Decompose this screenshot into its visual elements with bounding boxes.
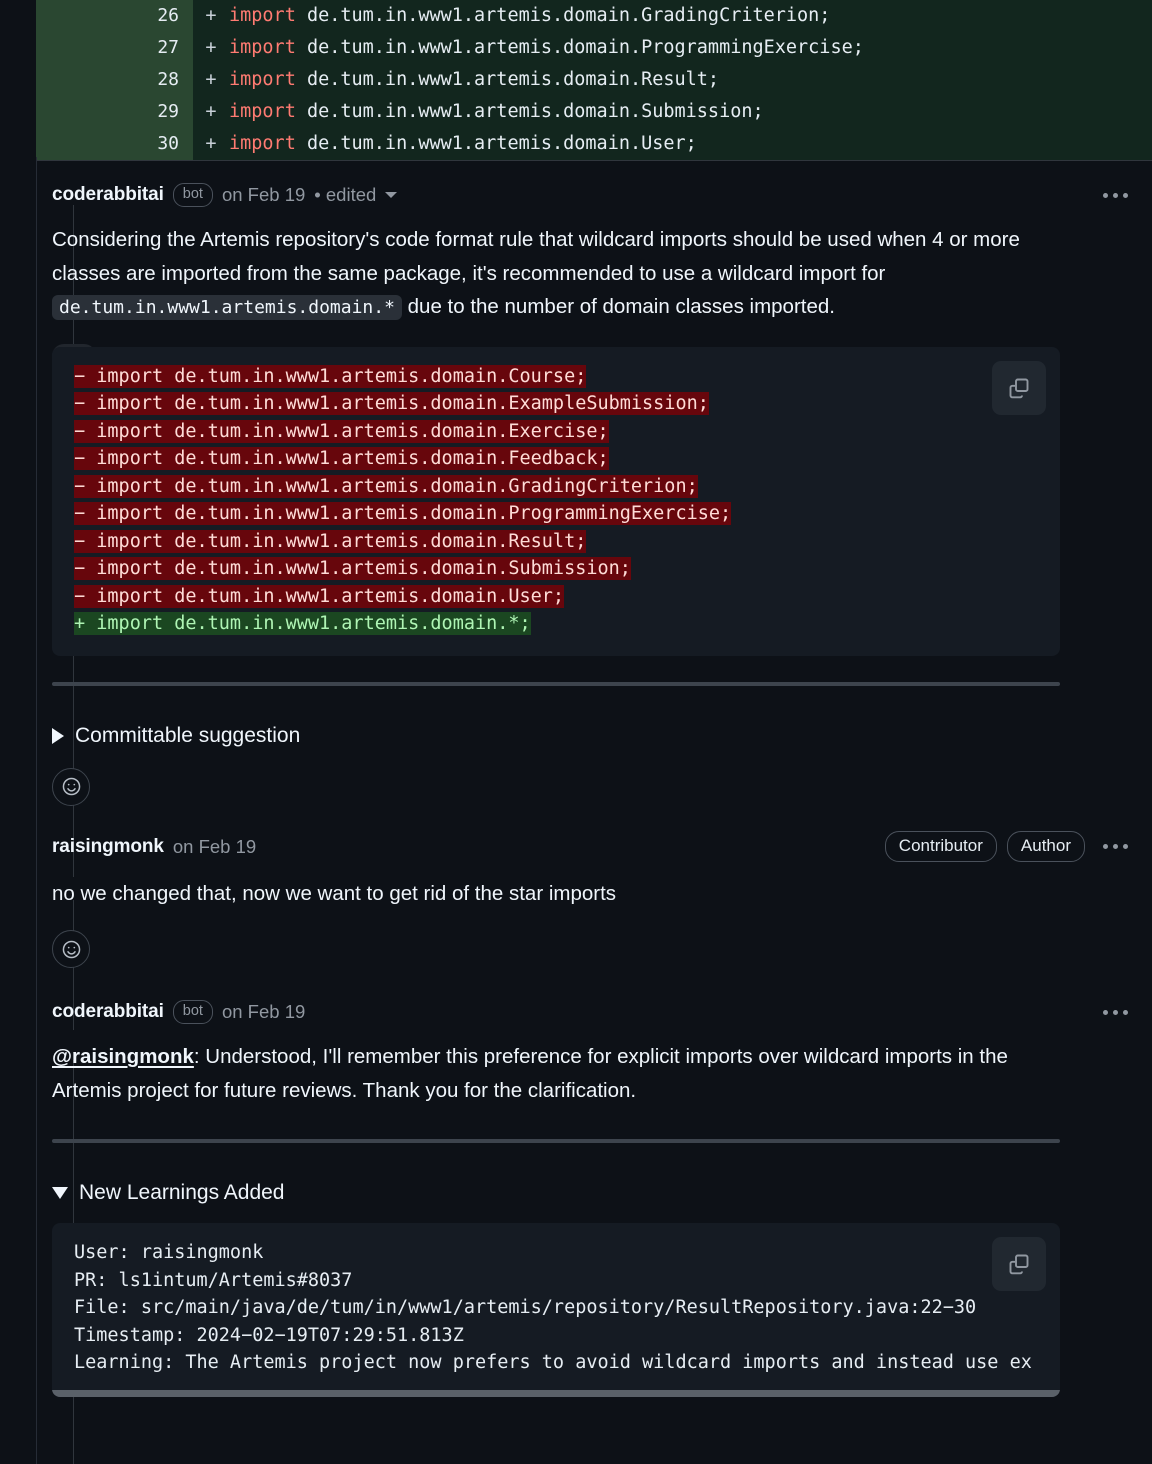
comment-raisingmonk: raisingmonk on Feb 19 Contributor Author… — [0, 825, 1152, 968]
code-line-deletion: − import de.tum.in.www1.artemis.domain.C… — [74, 364, 587, 388]
more-options-icon[interactable] — [1101, 838, 1130, 855]
committable-suggestion-toggle[interactable]: Committable suggestion — [52, 724, 1130, 748]
disclosure-label: Committable suggestion — [75, 723, 301, 747]
diff-line-sign: + — [205, 37, 217, 58]
suggestion-code-block: − import de.tum.in.www1.artemis.domain.C… — [52, 346, 1060, 656]
add-reaction-button[interactable] — [52, 930, 90, 968]
bot-badge: bot — [172, 182, 213, 208]
java-code: de.tum.in.www1.artemis.domain.Submission… — [295, 101, 764, 122]
comment-body: @raisingmonk: Understood, I'll remember … — [52, 1040, 1060, 1107]
comment-author[interactable]: raisingmonk — [52, 836, 164, 858]
divider — [52, 681, 1060, 686]
author-badge: Author — [1006, 831, 1085, 862]
user-mention-link[interactable]: @raisingmonk — [52, 1045, 194, 1068]
diff-line-code: import de.tum.in.www1.artemis.domain.Sub… — [229, 96, 764, 128]
comment-body: Considering the Artemis repository's cod… — [52, 223, 1060, 325]
diff-line-code: import de.tum.in.www1.artemis.domain.Gra… — [229, 0, 830, 32]
learnings-line: Timestamp: 2024−02−19T07:29:51.813Z — [74, 1324, 464, 1346]
inline-code: de.tum.in.www1.artemis.domain.* — [52, 295, 402, 320]
java-code: de.tum.in.www1.artemis.domain.User; — [295, 133, 697, 154]
learnings-line: User: raisingmonk — [74, 1242, 264, 1263]
code-line-deletion: − import de.tum.in.www1.artemis.domain.E… — [74, 392, 709, 415]
comment-header: coderabbitai bot on Feb 19 • edited — [52, 173, 1130, 217]
contributor-badge: Contributor — [884, 831, 997, 862]
comment-text-part2: due to the number of domain classes impo… — [401, 295, 835, 318]
comment-timestamp[interactable]: on Feb 19 — [173, 836, 256, 858]
add-reaction-button[interactable] — [52, 767, 90, 806]
comment-timestamp[interactable]: on Feb 19 — [222, 1001, 305, 1023]
code-line-deletion: − import de.tum.in.www1.artemis.domain.E… — [74, 419, 609, 443]
comment-text-part1: Considering the Artemis repository's cod… — [52, 228, 1020, 285]
comment-text: : Understood, I'll remember this prefere… — [52, 1045, 1008, 1102]
disclosure-label: New Learnings Added — [79, 1181, 285, 1204]
comment-coderabbitai-1: coderabbitai bot on Feb 19 • edited Cons… — [0, 161, 1152, 806]
diff-line-number: 29 — [36, 96, 193, 128]
diff-hunk: 26 + import de.tum.in.www1.artemis.domai… — [36, 0, 1152, 161]
comment-edited-label[interactable]: • edited — [314, 184, 376, 206]
java-code: de.tum.in.www1.artemis.domain.GradingCri… — [295, 5, 831, 26]
divider — [52, 1139, 1060, 1143]
diff-line-number: 30 — [36, 128, 193, 160]
comment-author[interactable]: coderabbitai — [52, 184, 164, 206]
diff-line[interactable]: 30 + import de.tum.in.www1.artemis.domai… — [36, 128, 1152, 160]
code-line-deletion: − import de.tum.in.www1.artemis.domain.R… — [74, 529, 587, 553]
code-line-addition: + import de.tum.in.www1.artemis.domain.*… — [74, 612, 531, 635]
learnings-line: File: src/main/java/de/tum/in/www1/artem… — [74, 1297, 977, 1318]
diff-line-code: import de.tum.in.www1.artemis.domain.Pro… — [229, 32, 864, 64]
diff-line-code: import de.tum.in.www1.artemis.domain.Use… — [229, 128, 697, 160]
learnings-line: PR: ls1intum/Artemis#8037 — [74, 1269, 353, 1291]
triangle-right-icon — [52, 727, 64, 744]
triangle-down-icon — [52, 1187, 68, 1199]
comment-header: coderabbitai bot on Feb 19 — [52, 990, 1130, 1034]
copy-icon[interactable] — [992, 1237, 1046, 1291]
comment-text: no we changed that, now we want to get r… — [52, 881, 617, 905]
new-learnings-toggle[interactable]: New Learnings Added — [52, 1181, 1130, 1205]
comment-coderabbitai-2: coderabbitai bot on Feb 19 @raisingmonk:… — [0, 990, 1152, 1397]
diff-line-number: 27 — [36, 32, 193, 64]
diff-line[interactable]: 28 + import de.tum.in.www1.artemis.domai… — [36, 64, 1152, 96]
code-line-deletion: − import de.tum.in.www1.artemis.domain.U… — [74, 584, 565, 608]
bot-badge: bot — [172, 999, 213, 1025]
diff-line[interactable]: 29 + import de.tum.in.www1.artemis.domai… — [36, 96, 1152, 128]
diff-line[interactable]: 27 + import de.tum.in.www1.artemis.domai… — [36, 32, 1152, 64]
diff-line-sign: + — [205, 69, 217, 90]
java-code: de.tum.in.www1.artemis.domain.Programmin… — [295, 37, 864, 58]
more-options-icon[interactable] — [1101, 187, 1130, 204]
java-code: de.tum.in.www1.artemis.domain.Result; — [295, 69, 720, 90]
diff-line-sign: + — [205, 5, 217, 26]
smiley-icon — [62, 777, 80, 796]
learnings-line: Learning: The Artemis project now prefer… — [74, 1352, 1032, 1373]
comment-header: raisingmonk on Feb 19 Contributor Author — [52, 825, 1130, 869]
java-keyword: import — [229, 69, 296, 90]
smiley-icon — [62, 940, 80, 958]
java-keyword: import — [229, 101, 296, 122]
java-keyword: import — [229, 5, 296, 26]
learnings-code-block: User: raisingmonk PR: ls1intum/Artemis#8… — [52, 1223, 1060, 1397]
diff-line[interactable]: 26 + import de.tum.in.www1.artemis.domai… — [36, 0, 1152, 32]
diff-line-code: import de.tum.in.www1.artemis.domain.Res… — [229, 64, 719, 96]
chevron-down-icon[interactable] — [385, 192, 398, 198]
comment-timestamp[interactable]: on Feb 19 — [222, 184, 305, 206]
comment-body: no we changed that, now we want to get r… — [52, 877, 1060, 911]
java-keyword: import — [229, 133, 296, 154]
code-line-deletion: − import de.tum.in.www1.artemis.domain.S… — [74, 557, 631, 580]
java-keyword: import — [229, 37, 296, 58]
diff-line-number: 28 — [36, 64, 193, 96]
code-line-deletion: − import de.tum.in.www1.artemis.domain.P… — [74, 502, 732, 525]
copy-icon[interactable] — [992, 360, 1046, 415]
pr-conversation-page: 26 + import de.tum.in.www1.artemis.domai… — [0, 0, 1152, 1464]
diff-line-sign: + — [205, 101, 217, 122]
diff-line-number: 26 — [36, 0, 193, 32]
code-line-deletion: − import de.tum.in.www1.artemis.domain.F… — [74, 447, 609, 470]
comment-author[interactable]: coderabbitai — [52, 1001, 164, 1023]
diff-line-sign: + — [205, 133, 217, 154]
code-line-deletion: − import de.tum.in.www1.artemis.domain.G… — [74, 474, 698, 498]
more-options-icon[interactable] — [1101, 1004, 1130, 1021]
horizontal-scrollbar[interactable] — [52, 1389, 1060, 1397]
